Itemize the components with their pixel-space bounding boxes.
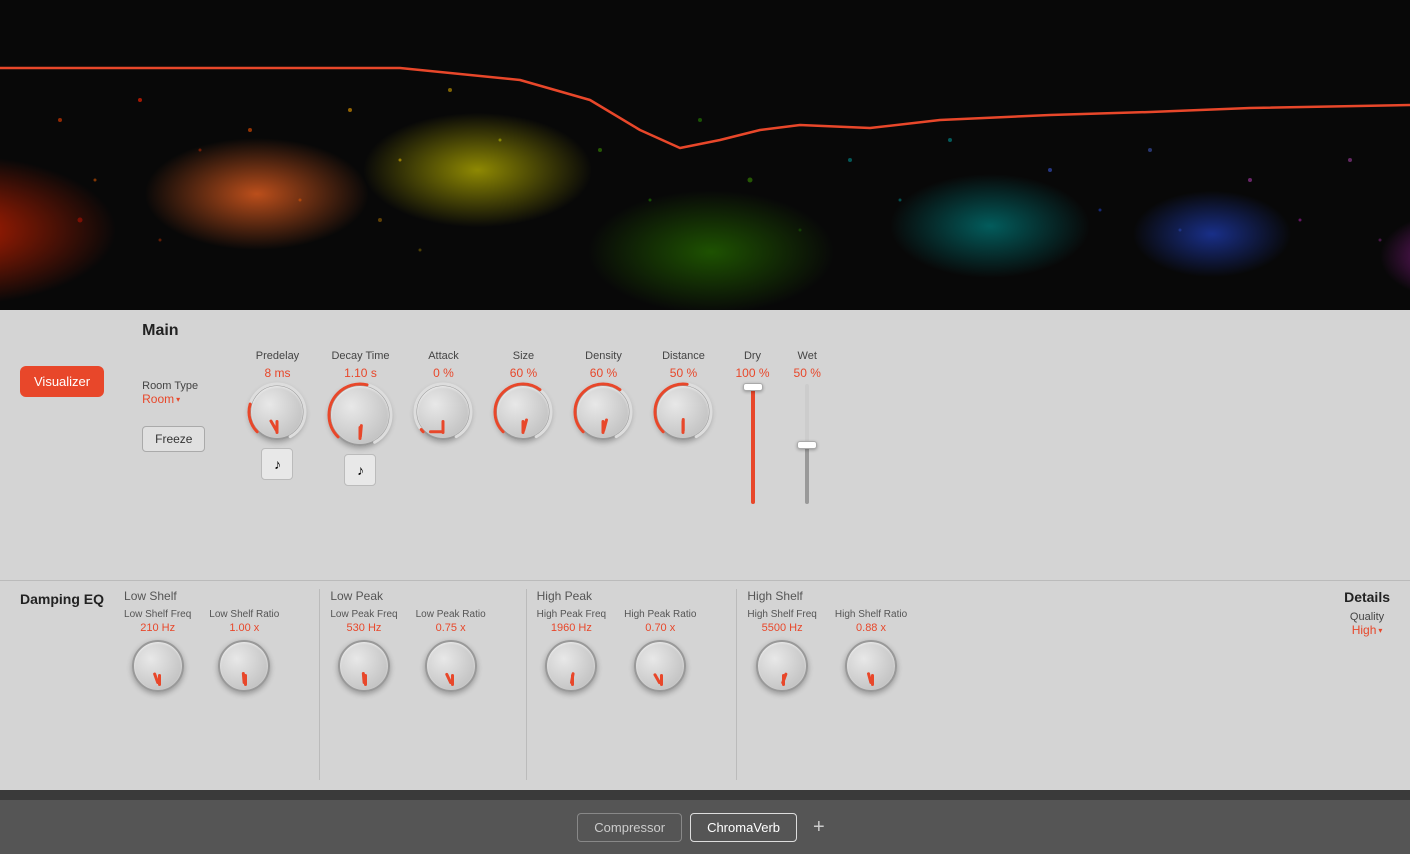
freeze-button[interactable]: Freeze bbox=[142, 426, 205, 452]
high-shelf-freq-label: High Shelf Freq bbox=[747, 609, 816, 620]
high-shelf-ratio-label: High Shelf Ratio bbox=[835, 609, 907, 620]
low-peak-freq-knob[interactable] bbox=[338, 636, 390, 692]
damping-eq-label: Damping EQ bbox=[20, 591, 104, 607]
high-shelf-ratio-value: 0.88 x bbox=[856, 622, 886, 634]
wet-label: Wet bbox=[798, 350, 817, 362]
distance-label: Distance bbox=[662, 350, 705, 362]
high-shelf-freq-value: 5500 Hz bbox=[762, 622, 803, 634]
quality-value: High bbox=[1352, 623, 1377, 637]
low-shelf-freq-label: Low Shelf Freq bbox=[124, 609, 191, 620]
high-peak-group: High Peak High Peak Freq 1960 Hz High Pe… bbox=[537, 589, 727, 780]
add-plugin-button[interactable]: + bbox=[805, 816, 833, 839]
density-value: 60 % bbox=[590, 366, 617, 380]
chromaverb-tab[interactable]: ChromaVerb bbox=[690, 813, 797, 842]
quality-selector[interactable]: High ▾ bbox=[1352, 623, 1383, 637]
high-shelf-freq-knob[interactable] bbox=[756, 636, 808, 692]
high-peak-ratio-knob[interactable] bbox=[634, 636, 686, 692]
decay-time-group: Decay Time 1.10 s ♪ bbox=[329, 350, 391, 486]
density-group: Density 60 % bbox=[575, 350, 631, 440]
low-shelf-freq-value: 210 Hz bbox=[140, 622, 175, 634]
density-label: Density bbox=[585, 350, 622, 362]
decay-time-label: Decay Time bbox=[331, 350, 389, 362]
high-peak-freq-knob[interactable] bbox=[545, 636, 597, 692]
distance-group: Distance 50 % bbox=[655, 350, 711, 440]
room-type-arrow: ▾ bbox=[176, 395, 180, 404]
damping-eq-section: Damping EQ Low Shelf Low Shelf Freq 210 … bbox=[0, 580, 1410, 790]
size-value: 60 % bbox=[510, 366, 537, 380]
density-knob-wrap[interactable] bbox=[575, 384, 631, 440]
low-peak-ratio-value: 0.75 x bbox=[436, 622, 466, 634]
visualizer-display bbox=[0, 0, 1410, 310]
predelay-value: 8 ms bbox=[264, 366, 290, 380]
dry-slider-group: Dry 100 % bbox=[735, 350, 769, 504]
size-label: Size bbox=[513, 350, 534, 362]
low-peak-label: Low Peak bbox=[330, 589, 485, 603]
room-type-label: Room Type bbox=[142, 380, 198, 392]
details-section: Details Quality High ▾ bbox=[1344, 589, 1390, 637]
attack-knob-wrap[interactable] bbox=[415, 384, 471, 440]
decay-time-knob-wrap[interactable] bbox=[329, 384, 391, 446]
quality-label: Quality bbox=[1350, 611, 1384, 623]
dry-slider[interactable] bbox=[751, 384, 755, 504]
room-type-selector[interactable]: Room ▾ bbox=[142, 392, 198, 406]
main-section: Visualizer Main Room Type Room ▾ Freeze … bbox=[0, 310, 1410, 580]
wet-value: 50 % bbox=[794, 366, 821, 380]
high-shelf-freq-param: High Shelf Freq 5500 Hz bbox=[747, 609, 816, 692]
attack-group: Attack 0 % bbox=[415, 350, 471, 440]
main-section-label: Main bbox=[142, 322, 1390, 340]
quality-dropdown-arrow: ▾ bbox=[1378, 626, 1382, 635]
eq-groups: Low Shelf Low Shelf Freq 210 Hz Low Shel… bbox=[124, 589, 1390, 780]
low-peak-ratio-param: Low Peak Ratio 0.75 x bbox=[416, 609, 486, 692]
predelay-label: Predelay bbox=[256, 350, 299, 362]
low-shelf-ratio-value: 1.00 x bbox=[229, 622, 259, 634]
high-peak-freq-value: 1960 Hz bbox=[551, 622, 592, 634]
high-peak-ratio-label: High Peak Ratio bbox=[624, 609, 696, 620]
low-shelf-ratio-label: Low Shelf Ratio bbox=[209, 609, 279, 620]
low-peak-ratio-knob[interactable] bbox=[425, 636, 477, 692]
attack-value: 0 % bbox=[433, 366, 454, 380]
low-shelf-group: Low Shelf Low Shelf Freq 210 Hz Low Shel… bbox=[124, 589, 309, 780]
predelay-group: Predelay 8 ms ♪ bbox=[249, 350, 305, 480]
high-peak-ratio-param: High Peak Ratio 0.70 x bbox=[624, 609, 696, 692]
dry-label: Dry bbox=[744, 350, 761, 362]
room-type-value: Room bbox=[142, 392, 174, 406]
low-peak-freq-param: Low Peak Freq 530 Hz bbox=[330, 609, 397, 692]
low-peak-freq-value: 530 Hz bbox=[347, 622, 382, 634]
low-shelf-ratio-param: Low Shelf Ratio 1.00 x bbox=[209, 609, 279, 692]
attack-label: Attack bbox=[428, 350, 459, 362]
size-knob-wrap[interactable] bbox=[495, 384, 551, 440]
bottom-bar: Compressor ChromaVerb + bbox=[0, 800, 1410, 854]
high-shelf-group: High Shelf High Shelf Freq 5500 Hz High … bbox=[747, 589, 937, 780]
low-shelf-freq-param: Low Shelf Freq 210 Hz bbox=[124, 609, 191, 692]
high-shelf-ratio-param: High Shelf Ratio 0.88 x bbox=[835, 609, 907, 692]
distance-value: 50 % bbox=[670, 366, 697, 380]
visualizer-button[interactable]: Visualizer bbox=[20, 366, 104, 397]
low-shelf-freq-knob[interactable] bbox=[132, 636, 184, 692]
high-shelf-ratio-knob[interactable] bbox=[845, 636, 897, 692]
low-peak-freq-label: Low Peak Freq bbox=[330, 609, 397, 620]
room-type-group: Room Type Room ▾ bbox=[142, 380, 198, 406]
high-peak-freq-label: High Peak Freq bbox=[537, 609, 606, 620]
low-peak-ratio-label: Low Peak Ratio bbox=[416, 609, 486, 620]
low-peak-group: Low Peak Low Peak Freq 530 Hz Low Peak R… bbox=[330, 589, 515, 780]
predelay-note-button[interactable]: ♪ bbox=[261, 448, 293, 480]
low-shelf-label: Low Shelf bbox=[124, 589, 279, 603]
distance-knob-wrap[interactable] bbox=[655, 384, 711, 440]
details-label: Details bbox=[1344, 589, 1390, 605]
high-shelf-label: High Shelf bbox=[747, 589, 907, 603]
wet-slider-group: Wet 50 % bbox=[794, 350, 821, 504]
wet-slider[interactable] bbox=[805, 384, 809, 504]
dry-value: 100 % bbox=[735, 366, 769, 380]
predelay-knob-wrap[interactable] bbox=[249, 384, 305, 440]
high-peak-ratio-value: 0.70 x bbox=[645, 622, 675, 634]
size-group: Size 60 % bbox=[495, 350, 551, 440]
decay-time-value: 1.10 s bbox=[344, 366, 377, 380]
high-peak-label: High Peak bbox=[537, 589, 697, 603]
decay-note-button[interactable]: ♪ bbox=[344, 454, 376, 486]
high-peak-freq-param: High Peak Freq 1960 Hz bbox=[537, 609, 606, 692]
low-shelf-ratio-knob[interactable] bbox=[218, 636, 270, 692]
compressor-tab[interactable]: Compressor bbox=[577, 813, 682, 842]
